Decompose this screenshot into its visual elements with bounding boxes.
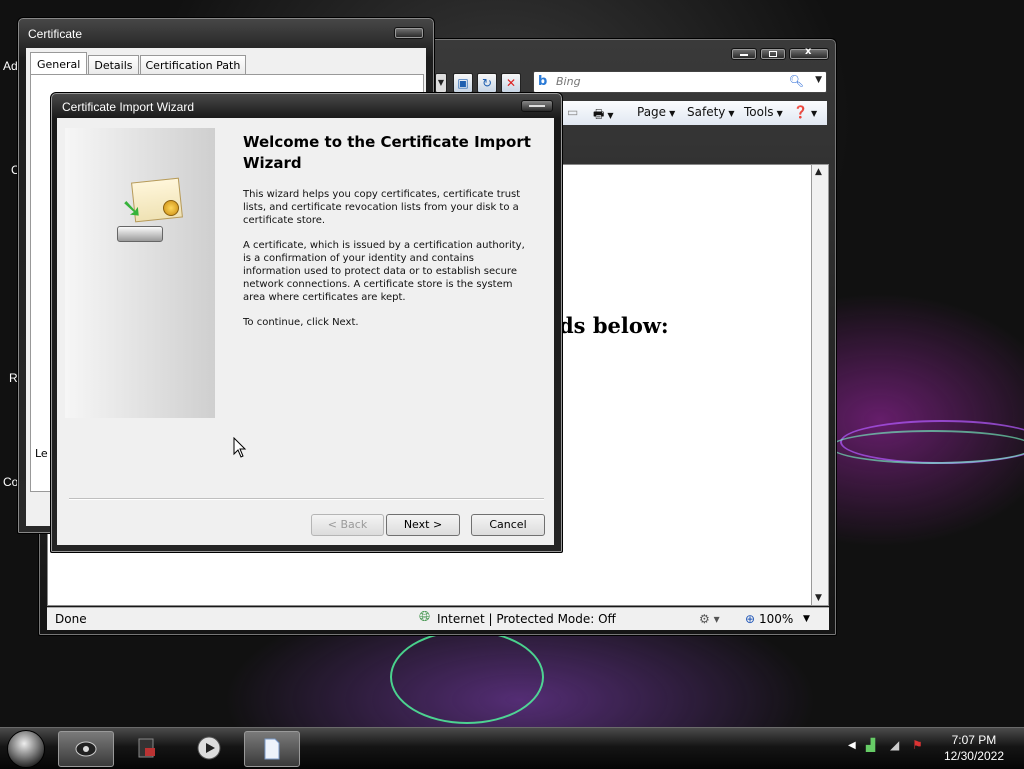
address-dropdown-icon[interactable]: ▼ bbox=[435, 73, 447, 93]
back-button[interactable]: < Back bbox=[311, 514, 384, 536]
safety-menu-label: Safety bbox=[687, 105, 726, 119]
next-button[interactable]: Next > bbox=[386, 514, 460, 536]
feeds-icon[interactable]: ▭ bbox=[567, 105, 578, 119]
tab-general[interactable]: General bbox=[30, 52, 88, 76]
action-center-icon[interactable]: ⚑ bbox=[912, 738, 923, 752]
address-row: ▼ ▣ ↻ ✕ b 🔍︎ ▼ bbox=[435, 71, 829, 93]
play-icon bbox=[197, 736, 221, 760]
certificate-window-title: Certificate bbox=[28, 27, 83, 41]
command-bar: ▭ 🖶︎ ▼ Page ▼ Safety ▼ Tools ▼ ❓ ▼ bbox=[563, 101, 827, 125]
clock-time: 7:07 PM bbox=[951, 733, 997, 747]
taskbar-item-document[interactable] bbox=[244, 731, 300, 767]
show-hidden-icons[interactable]: ◀ bbox=[848, 740, 856, 751]
internet-globe-icon: 🌐︎ bbox=[419, 609, 431, 625]
maximize-button[interactable] bbox=[760, 48, 786, 60]
wizard-paragraph-2: A certificate, which is issued by a cert… bbox=[243, 240, 525, 303]
taskbar: ◀ ▟ ◢ ⚑ 7:07 PM 12/30/2022 bbox=[0, 727, 1024, 769]
status-text: Done bbox=[55, 612, 87, 626]
tools-menu-label: Tools bbox=[744, 105, 774, 119]
document-icon bbox=[264, 738, 280, 760]
certificate-seal-icon bbox=[163, 200, 179, 216]
scroll-up-icon[interactable]: ▲ bbox=[815, 167, 822, 177]
import-wizard-window: Certificate Import Wizard ➘ Welcome to t… bbox=[50, 92, 563, 553]
system-clock[interactable]: 7:07 PM 12/30/2022 bbox=[944, 732, 1004, 764]
browser-app-icon bbox=[75, 741, 97, 757]
import-arrow-icon: ➘ bbox=[121, 194, 143, 224]
media-app-icon bbox=[138, 738, 155, 758]
zoom-level[interactable]: 100% bbox=[759, 612, 793, 626]
search-dropdown-icon[interactable]: ▼ bbox=[815, 75, 822, 85]
search-icon[interactable]: 🔍︎ bbox=[789, 74, 804, 88]
disk-drive-icon bbox=[117, 226, 163, 242]
zoom-icon: ⊕ bbox=[745, 612, 756, 626]
wizard-title: Certificate Import Wizard bbox=[62, 100, 195, 114]
safety-menu[interactable]: Safety ▼ bbox=[687, 105, 735, 119]
cancel-button[interactable]: Cancel bbox=[471, 514, 545, 536]
taskbar-item-player[interactable] bbox=[182, 731, 236, 765]
wizard-close-button[interactable] bbox=[521, 100, 553, 112]
wizard-body: ➘ Welcome to the Certificate Import Wiza… bbox=[57, 118, 554, 545]
window-caption-buttons bbox=[731, 46, 829, 60]
certificate-tabs: General Details Certification Path bbox=[30, 52, 247, 79]
search-box: b 🔍︎ ▼ bbox=[533, 71, 827, 93]
help-icon[interactable]: ❓ ▼ bbox=[793, 105, 817, 119]
swirl-decoration bbox=[390, 630, 544, 724]
wizard-paragraph-1: This wizard helps you copy certificates,… bbox=[243, 189, 521, 226]
wizard-paragraph-3: To continue, click Next. bbox=[243, 317, 359, 328]
status-bar: Done 🌐︎ Internet | Protected Mode: Off ⚙… bbox=[47, 607, 829, 630]
clock-date: 12/30/2022 bbox=[943, 749, 1004, 763]
print-icon[interactable]: 🖶︎ ▼ bbox=[593, 105, 613, 126]
compatibility-icon[interactable]: ▣ bbox=[453, 73, 473, 93]
certificate-close-button[interactable] bbox=[394, 27, 424, 39]
refresh-icon[interactable]: ↻ bbox=[477, 73, 497, 93]
zoom-dropdown-icon[interactable]: ▼ bbox=[803, 614, 810, 624]
wizard-heading: Welcome to the Certificate Import Wizard bbox=[243, 133, 531, 172]
tools-menu[interactable]: Tools ▼ bbox=[744, 105, 783, 119]
close-button[interactable] bbox=[789, 46, 829, 60]
certificate-caption-buttons bbox=[394, 27, 424, 39]
taskbar-item-media[interactable] bbox=[120, 731, 174, 765]
partial-label: Le bbox=[35, 447, 48, 460]
desktop-icon-label[interactable]: Ad bbox=[3, 59, 18, 73]
swirl-decoration bbox=[830, 430, 1024, 464]
scroll-down-icon[interactable]: ▼ bbox=[815, 593, 822, 603]
start-button[interactable] bbox=[7, 730, 45, 768]
page-menu-label: Page bbox=[637, 105, 667, 119]
volume-icon[interactable]: ◢ bbox=[890, 738, 899, 752]
network-icon[interactable]: ▟ bbox=[866, 738, 875, 752]
mouse-cursor-icon bbox=[233, 437, 247, 458]
wizard-side-banner: ➘ bbox=[65, 128, 215, 418]
bing-icon: b bbox=[538, 74, 548, 89]
security-zone[interactable]: Internet | Protected Mode: Off bbox=[437, 612, 616, 626]
wizard-separator bbox=[69, 498, 544, 500]
system-tray: ◀ ▟ ◢ ⚑ 7:07 PM 12/30/2022 bbox=[844, 728, 1024, 769]
search-input[interactable] bbox=[554, 74, 788, 89]
stop-icon[interactable]: ✕ bbox=[501, 73, 521, 93]
minimize-button[interactable] bbox=[731, 48, 757, 60]
vertical-scrollbar[interactable]: ▲ ▼ bbox=[811, 164, 829, 606]
popup-blocker-icon[interactable]: ⚙︎ ▾ bbox=[699, 612, 720, 626]
taskbar-item-browser[interactable] bbox=[58, 731, 114, 767]
page-heading-fragment: ds below: bbox=[559, 313, 669, 338]
page-menu[interactable]: Page ▼ bbox=[637, 105, 675, 119]
